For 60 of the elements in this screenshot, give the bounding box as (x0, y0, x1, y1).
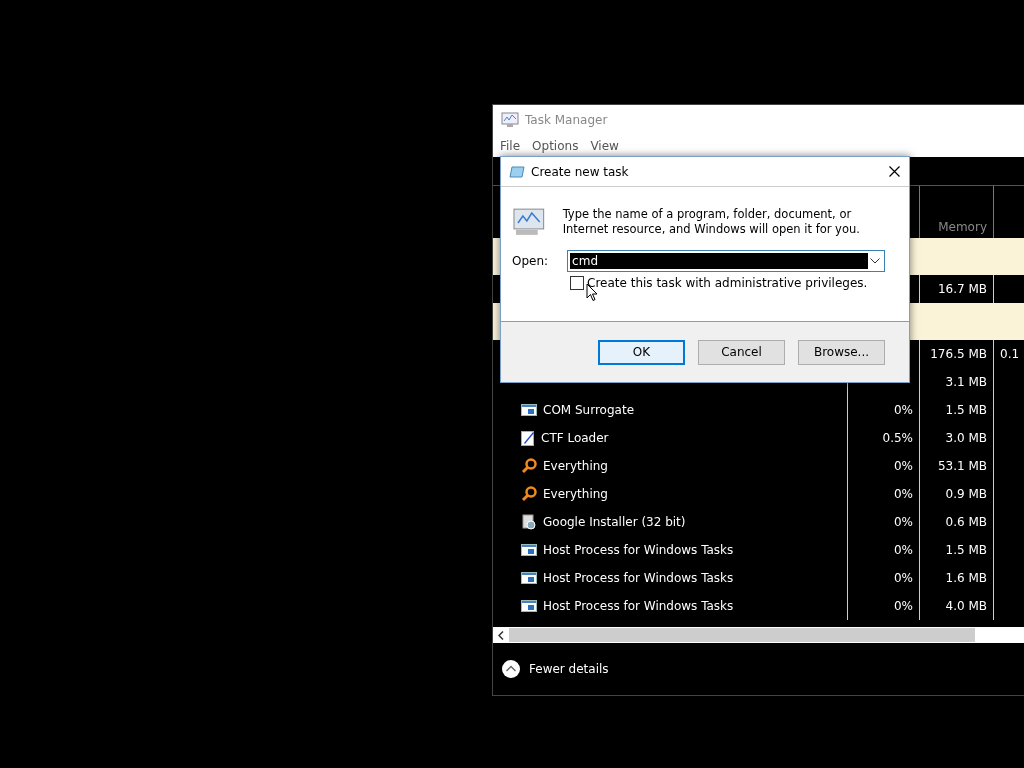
cpu-value: 0% (893, 599, 913, 613)
open-combobox[interactable]: cmd (567, 250, 886, 272)
table-cell: 0.1 (1000, 347, 1020, 361)
monitor-chart-icon (501, 112, 519, 128)
horizontal-scrollbar[interactable] (493, 627, 1024, 643)
memory-value: 3.1 MB (945, 375, 987, 389)
process-name: CTF Loader (541, 431, 609, 445)
cpu-value: 0% (893, 571, 913, 585)
menu-item[interactable]: Options (532, 139, 579, 153)
cpu-value: 0% (893, 403, 913, 417)
window-title: Task Manager (525, 113, 608, 127)
process-name: Host Process for Windows Tasks (543, 571, 734, 585)
computer-chart-icon (512, 207, 546, 237)
memory-value: 0.6 MB (945, 515, 987, 529)
admin-checkbox[interactable] (570, 276, 584, 290)
pen-icon (521, 430, 535, 446)
cpu-value: 0% (893, 543, 913, 557)
dropdown-chevron-icon[interactable] (870, 258, 881, 264)
memory-value: 0.9 MB (945, 487, 987, 501)
memory-value: 53.1 MB (937, 459, 987, 473)
ok-button[interactable]: OK (598, 339, 685, 365)
memory-value: 16.7 MB (937, 282, 987, 296)
instruction-text: Type the name of a program, folder, document, or Internet resource, and Windows will open it for you. (562, 207, 861, 237)
menu-item[interactable]: File (500, 139, 521, 153)
process-name: Everything (543, 487, 608, 501)
window-icon (521, 571, 537, 585)
cpu-value: 0% (893, 487, 913, 501)
installer-icon (521, 514, 537, 530)
checkbox-label[interactable]: Create this task with administrative privileges. (587, 276, 868, 290)
process-name: Host Process for Windows Tasks (543, 599, 734, 613)
menu-item[interactable]: View (590, 139, 619, 153)
run-window-icon (509, 165, 525, 178)
scrollbar-thumb[interactable] (509, 628, 975, 642)
memory-value: 176.5 MB (930, 347, 987, 361)
browse-button[interactable]: Browse... (798, 339, 885, 365)
process-name: Everything (543, 459, 608, 473)
window-icon (521, 543, 537, 557)
cpu-value: 0% (893, 515, 913, 529)
process-name: COM Surrogate (543, 403, 634, 417)
cpu-value: 0% (893, 459, 913, 473)
magnifier-icon (521, 458, 537, 474)
magnifier-icon (521, 486, 537, 502)
window-icon (521, 599, 537, 613)
dialog-title: Create new task (531, 164, 630, 179)
window-icon (521, 403, 537, 417)
memory-value: 4.0 MB (945, 599, 987, 613)
fewer-details-link[interactable]: Fewer details (529, 662, 609, 676)
collapse-chevron-icon[interactable] (501, 659, 521, 679)
cancel-button[interactable]: Cancel (698, 339, 785, 365)
memory-value: 3.0 MB (945, 431, 987, 445)
memory-value: 1.5 MB (945, 543, 987, 557)
column-header[interactable]: Memory (938, 220, 987, 234)
memory-value: 1.5 MB (945, 403, 987, 417)
memory-value: 1.6 MB (945, 571, 987, 585)
process-name: Host Process for Windows Tasks (543, 543, 734, 557)
open-label: Open: (512, 254, 549, 268)
process-name: Google Installer (32 bit) (543, 515, 686, 529)
close-icon[interactable] (888, 166, 900, 177)
cpu-value: 0.5% (882, 431, 913, 445)
scroll-left-icon[interactable] (498, 630, 504, 640)
